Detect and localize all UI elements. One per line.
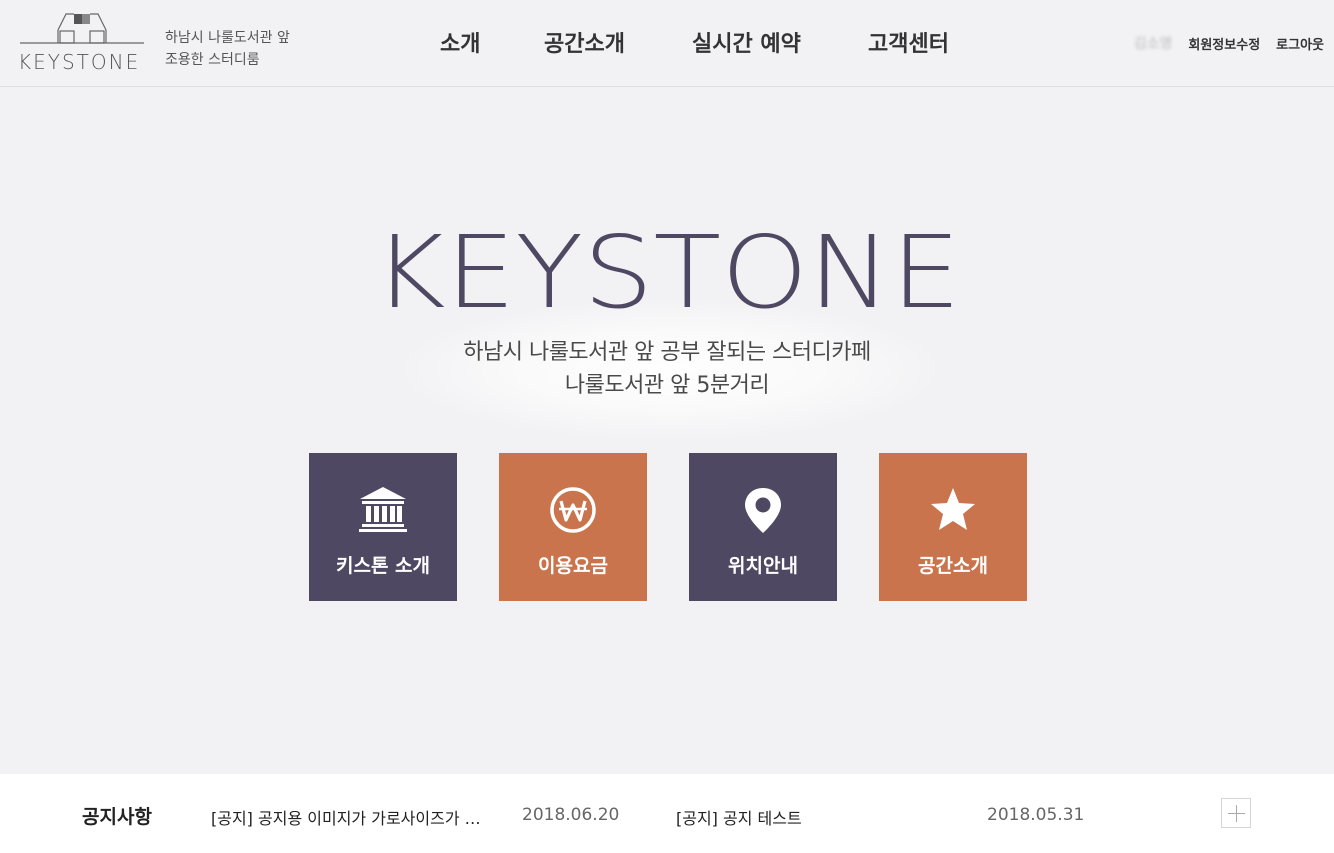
logout-link[interactable]: 로그아웃 xyxy=(1276,34,1324,53)
notice-bar: 공지사항 [공지] 공지용 이미지가 가로사이즈가 … 2018.06.20 [… xyxy=(0,774,1334,853)
user-menu: 김소영 회원정보수정 로그아웃 xyxy=(1134,33,1324,53)
tile-label-intro: 키스톤 소개 xyxy=(335,555,430,577)
hero-title: KEYSTONE xyxy=(373,232,961,310)
tile-pricing[interactable]: 이용요금 xyxy=(499,453,647,601)
tile-label-location: 위치안내 xyxy=(728,555,798,577)
nav-item-intro[interactable]: 소개 xyxy=(440,26,480,58)
notice-date-2: 2018.05.31 xyxy=(987,805,1085,825)
nav-item-support[interactable]: 고객센터 xyxy=(868,26,949,58)
tagline-line1: 하남시 나룰도서관 앞 xyxy=(165,30,290,46)
logo-wordmark: KEYSTONE xyxy=(18,50,141,74)
hero-subtitle-line1: 하남시 나룰도서관 앞 공부 잘되는 스터디카페 xyxy=(463,340,871,365)
site-logo[interactable]: KEYSTONE xyxy=(18,12,146,74)
nav-item-space[interactable]: 공간소개 xyxy=(544,26,625,58)
notice-more-button[interactable] xyxy=(1221,798,1251,828)
notice-title: 공지사항 xyxy=(82,806,152,828)
nav-item-reservation[interactable]: 실시간 예약 xyxy=(692,26,801,58)
tile-label-space: 공간소개 xyxy=(918,555,988,577)
tile-space[interactable]: 공간소개 xyxy=(879,453,1027,601)
hero-title-text: KEYSTONE xyxy=(373,232,961,310)
star-icon xyxy=(931,488,975,530)
hero-subtitle: 하남시 나룰도서관 앞 공부 잘되는 스터디카페 나룰도서관 앞 5분거리 xyxy=(367,336,967,402)
notice-item-1[interactable]: [공지] 공지용 이미지가 가로사이즈가 … xyxy=(211,805,481,829)
tagline-line2: 조용한 스터디룸 xyxy=(165,52,260,68)
site-header: KEYSTONE 하남시 나룰도서관 앞 조용한 스터디룸 소개 공간소개 실시… xyxy=(0,0,1334,87)
map-pin-icon xyxy=(745,488,781,533)
tile-location[interactable]: 위치안내 xyxy=(689,453,837,601)
user-name: 김소영 xyxy=(1133,36,1173,52)
notice-item-2[interactable]: [공지] 공지 테스트 xyxy=(676,805,802,829)
tile-keystone-intro[interactable]: 키스톤 소개 xyxy=(309,453,457,601)
tile-label-pricing: 이용요금 xyxy=(538,555,608,577)
bank-icon xyxy=(359,487,407,532)
site-tagline: 하남시 나룰도서관 앞 조용한 스터디룸 xyxy=(165,27,290,71)
notice-date-1: 2018.06.20 xyxy=(522,805,620,825)
keystone-logo-icon xyxy=(20,13,144,44)
won-icon xyxy=(550,487,596,533)
hero-subtitle-line2: 나룰도서관 앞 5분거리 xyxy=(564,373,770,398)
edit-profile-link[interactable]: 회원정보수정 xyxy=(1188,34,1260,53)
